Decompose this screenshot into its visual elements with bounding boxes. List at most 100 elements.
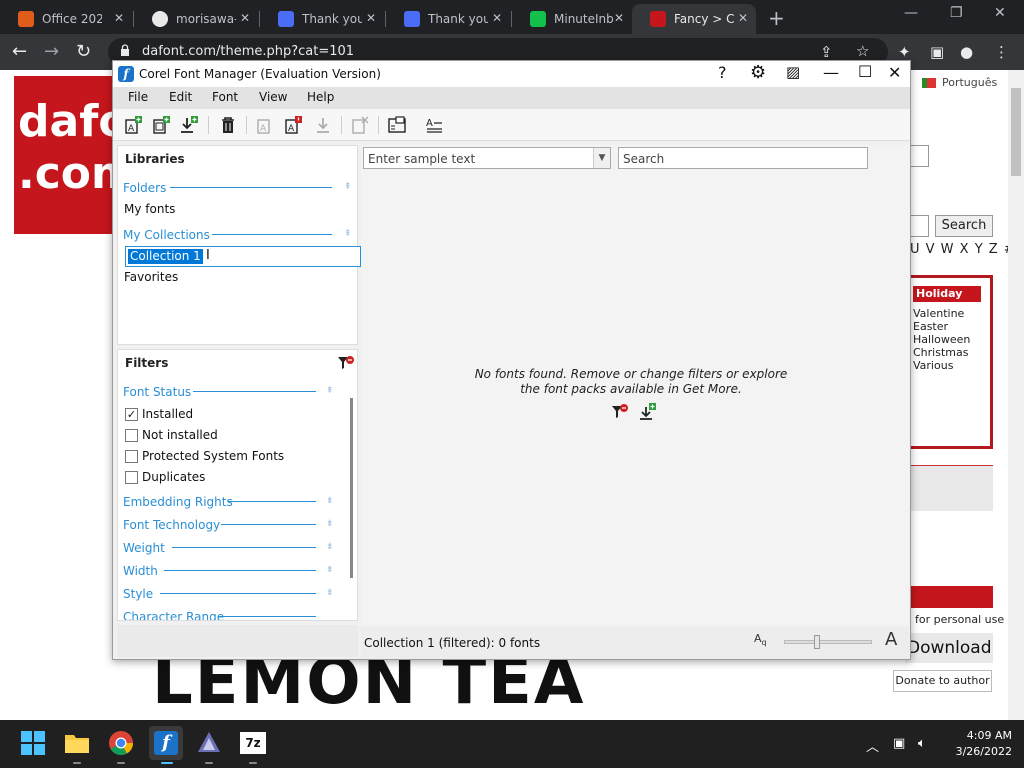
collection-rename-input[interactable]: Collection 1 I [125, 246, 361, 267]
category-link[interactable]: Easter [913, 320, 948, 333]
duplicates-checkbox[interactable] [125, 471, 138, 484]
category-link[interactable]: Christmas [913, 346, 968, 359]
profile-avatar-icon[interactable]: ● [960, 43, 973, 61]
weight-section-title[interactable]: Weight [123, 541, 165, 555]
volume-icon[interactable]: 🔈︎ [918, 736, 926, 751]
inkscape-icon[interactable] [196, 730, 222, 756]
extensions-icon[interactable]: ✦ [898, 43, 911, 61]
corel-font-manager-taskbar-button[interactable]: f [149, 726, 183, 760]
new-collection-button[interactable]: A [123, 115, 143, 135]
protected-system-fonts-checkbox[interactable] [125, 450, 138, 463]
close-tab-icon[interactable]: ✕ [738, 11, 748, 25]
menu-help[interactable]: Help [307, 90, 334, 104]
dafont-logo[interactable]: dafont .com [14, 76, 114, 234]
font-search-input[interactable]: Search [618, 147, 868, 169]
zoom-slider-thumb[interactable] [814, 635, 820, 649]
expand-chevron-icon[interactable]: ⇟ [326, 542, 334, 552]
collapse-chevron-icon[interactable]: ⇞ [326, 386, 334, 396]
restore-window-icon[interactable]: ❐ [950, 5, 963, 21]
browser-tab-2[interactable]: morisawa-l ✕ [134, 4, 258, 34]
expand-chevron-icon[interactable]: ⇟ [326, 588, 334, 598]
browser-tab-6-active[interactable]: Fancy > Ca ✕ [632, 4, 756, 34]
back-arrow-icon[interactable]: ← [12, 41, 27, 62]
network-icon[interactable]: ▣ [893, 736, 905, 751]
close-icon[interactable]: ✕ [888, 63, 901, 82]
donate-button[interactable]: Donate to author [893, 670, 992, 692]
close-window-icon[interactable]: ✕ [994, 5, 1006, 21]
sample-text-combobox[interactable]: Enter sample text ▼ [363, 147, 611, 169]
minimize-window-icon[interactable]: — [904, 5, 918, 21]
collapse-chevron-icon[interactable]: ⇞ [344, 182, 352, 192]
browser-tab-3[interactable]: Thank you ✕ [260, 4, 384, 34]
collapse-chevron-icon[interactable]: ⇞ [344, 229, 352, 239]
chrome-icon[interactable] [108, 730, 134, 756]
category-link[interactable]: Various [913, 359, 953, 372]
export-button[interactable] [313, 115, 333, 135]
get-more-download-icon[interactable] [639, 403, 657, 421]
category-header[interactable]: Holiday [913, 286, 981, 302]
menu-font[interactable]: Font [212, 90, 238, 104]
system-clock[interactable]: 4:09 AM 3/26/2022 [946, 728, 1012, 760]
category-link[interactable]: Halloween [913, 333, 970, 346]
close-tab-icon[interactable]: ✕ [114, 11, 124, 25]
remove-from-collection-button[interactable] [350, 115, 370, 135]
font-technology-section-title[interactable]: Font Technology [123, 518, 220, 532]
style-section-title[interactable]: Style [123, 587, 153, 601]
collections-section-title[interactable]: My Collections [123, 228, 210, 242]
not-installed-checkbox[interactable] [125, 429, 138, 442]
add-to-collection-button[interactable] [151, 115, 171, 135]
install-button[interactable] [179, 115, 199, 135]
account-icon[interactable]: ▨ [786, 63, 800, 81]
page-scrollbar[interactable] [1008, 70, 1024, 720]
delete-button[interactable] [218, 115, 238, 135]
side-panel-icon[interactable]: ▣ [930, 43, 944, 61]
folders-section-title[interactable]: Folders [123, 181, 166, 195]
settings-gear-icon[interactable]: ⚙ [750, 62, 766, 83]
clear-filter-icon[interactable] [611, 403, 629, 421]
reload-icon[interactable]: ↻ [76, 41, 91, 62]
language-selector[interactable]: Português [922, 76, 997, 89]
embedding-rights-section-title[interactable]: Embedding Rights [123, 495, 233, 509]
expand-chevron-icon[interactable]: ⇟ [326, 565, 334, 575]
sample-text-button[interactable]: A [424, 115, 444, 135]
menu-edit[interactable]: Edit [169, 90, 192, 104]
zoom-out-icon[interactable]: Aq [754, 632, 767, 647]
scrollbar-thumb[interactable] [1011, 88, 1021, 176]
forward-arrow-icon[interactable]: → [44, 41, 59, 62]
view-options-button[interactable] [387, 115, 407, 135]
installed-checkbox[interactable]: ✓ [125, 408, 138, 421]
category-link[interactable]: Valentine [913, 307, 964, 320]
font-info-button[interactable]: A [283, 115, 303, 135]
show-hidden-icons-chevron-icon[interactable]: ︿ [866, 736, 879, 755]
file-explorer-icon[interactable] [64, 730, 90, 756]
close-tab-icon[interactable]: ✕ [240, 11, 250, 25]
width-section-title[interactable]: Width [123, 564, 158, 578]
dropdown-arrow-icon[interactable]: ▼ [593, 148, 610, 168]
browser-tab-4[interactable]: Thank you ✕ [386, 4, 510, 34]
browser-tab-5[interactable]: MinuteInb ✕ [512, 4, 632, 34]
new-tab-icon[interactable]: + [768, 6, 785, 30]
minimize-icon[interactable]: — [823, 63, 839, 82]
site-search-button[interactable]: Search [935, 215, 993, 237]
close-tab-icon[interactable]: ✕ [492, 11, 502, 25]
menu-view[interactable]: View [259, 90, 287, 104]
uninstall-button[interactable]: A [255, 115, 275, 135]
expand-chevron-icon[interactable]: ⇟ [326, 496, 334, 506]
windows-start-icon[interactable] [20, 730, 46, 756]
filters-scrollbar[interactable] [350, 398, 353, 578]
help-icon[interactable]: ? [718, 63, 727, 82]
clear-filter-icon[interactable] [337, 355, 355, 371]
download-button[interactable]: Download [905, 633, 993, 663]
close-tab-icon[interactable]: ✕ [366, 11, 376, 25]
alphabet-index[interactable]: U V W X Y Z # [910, 242, 1016, 257]
browser-tab-1[interactable]: Office 2021 ✕ [0, 4, 132, 34]
zoom-slider[interactable] [784, 635, 872, 649]
collection-item-favorites[interactable]: Favorites [124, 270, 178, 284]
share-icon[interactable]: ⇪ [820, 43, 833, 61]
close-tab-icon[interactable]: ✕ [614, 11, 624, 25]
bookmark-star-icon[interactable]: ☆ [856, 42, 869, 60]
character-range-section-title[interactable]: Character Range [123, 610, 224, 620]
maximize-icon[interactable]: ☐ [858, 62, 872, 81]
expand-chevron-icon[interactable]: ⇟ [326, 519, 334, 529]
browser-menu-icon[interactable]: ⋮ [994, 43, 1009, 61]
